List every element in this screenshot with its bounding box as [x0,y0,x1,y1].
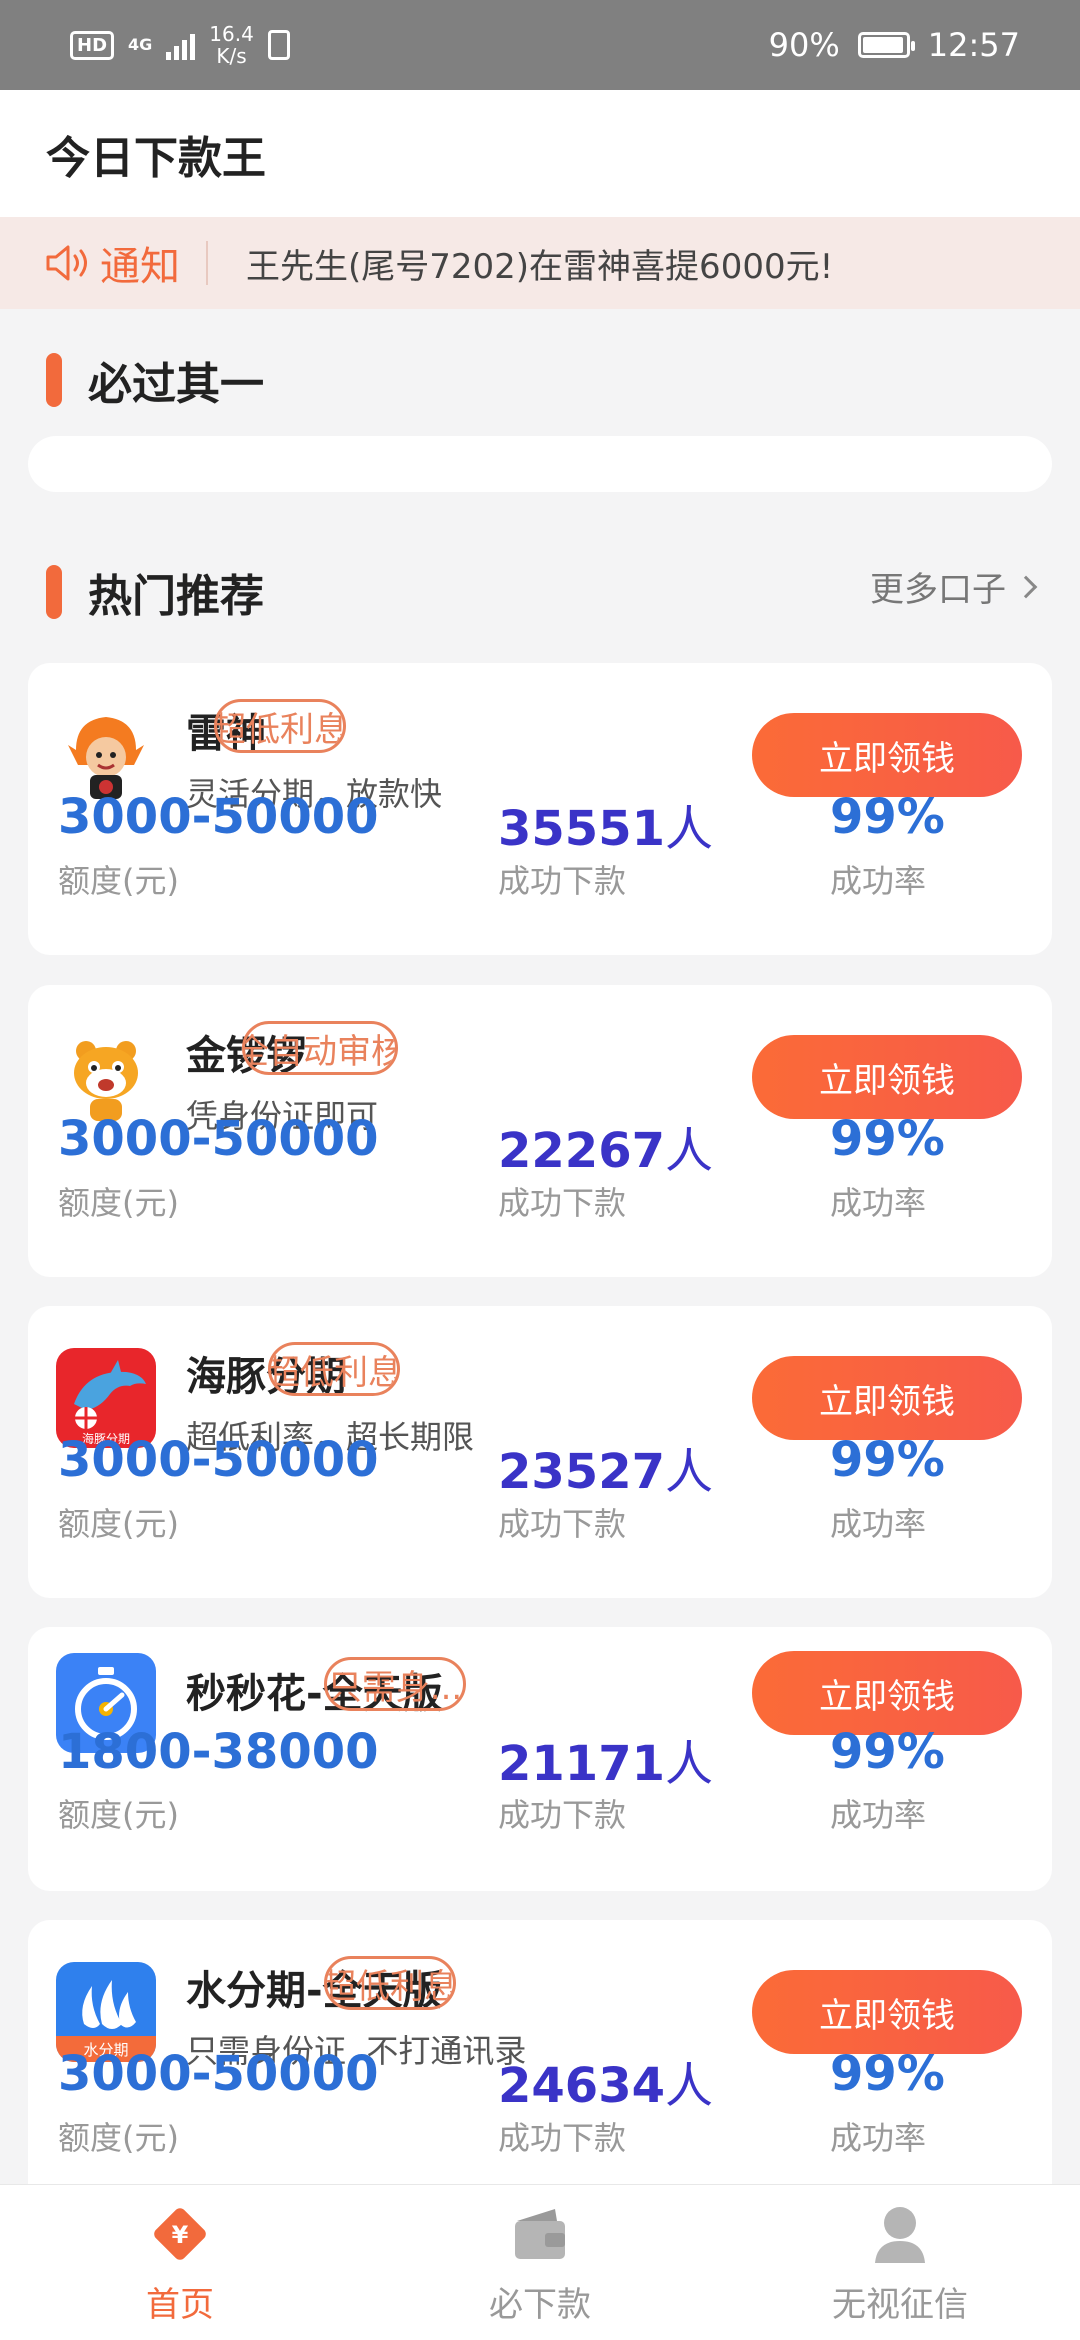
person-unit: 人 [665,2058,714,2114]
notice-label: 通知 [100,244,180,290]
amount-range: 3000-50000 [58,789,379,845]
product-card[interactable]: 水分期 水分期-全天版 超低利息 只需身份证 不打通讯录 立即领钱 3000-5… [28,1920,1052,2212]
notice-text: 王先生(尾号7202)在雷神喜提6000元! [246,246,834,287]
page-title: 今日下款王 [46,132,266,184]
success-rate: 99% [830,789,945,845]
speed-value: 16.4 [209,22,254,46]
amount-label: 额度(元) [58,862,179,900]
section-accent-bar [46,353,62,407]
amount-range: 3000-50000 [58,1111,379,1167]
speaker-icon [46,245,87,281]
svg-text:¥: ¥ [172,2221,189,2249]
success-rate-label: 成功率 [830,862,927,900]
success-count-label: 成功下款 [498,1796,627,1834]
section-hot: 热门推荐 [46,560,264,624]
success-rate: 99% [830,1432,945,1488]
product-tag: 超低利息 [268,1342,400,1396]
claim-money-button[interactable]: 立即领钱 [752,1356,1022,1440]
claim-money-button[interactable]: 立即领钱 [752,1651,1022,1735]
product-card[interactable]: 海豚分期 海豚分期 超低利息 超低利率，超长期限 立即领钱 3000-50000… [28,1306,1052,1598]
success-count: 23527人 [498,1432,713,1502]
amount-label: 额度(元) [58,1184,179,1222]
amount-label: 额度(元) [58,1796,179,1834]
section-must-pass: 必过其一 [46,348,264,412]
success-count-value: 24634 [498,2058,665,2114]
battery-icon [857,32,915,58]
product-tag: 超低利息 [324,1956,456,2010]
success-rate: 99% [830,2046,945,2102]
nav-label-home: 首页 [146,2285,214,2325]
product-tag: 全自动审核 [242,1021,398,1075]
claim-money-button[interactable]: 立即领钱 [752,713,1022,797]
amount-label: 额度(元) [58,1505,179,1543]
product-card[interactable]: 秒秒花-全天版 只需身... 立即领钱 1800-38000 额度(元) 211… [28,1627,1052,1891]
success-rate: 99% [830,1724,945,1780]
must-pass-list [28,436,1052,492]
amount-label: 额度(元) [58,2119,179,2157]
battery-percent: 90% [768,26,840,64]
amount-range: 1800-38000 [58,1724,379,1780]
success-count-label: 成功下款 [498,862,627,900]
notice-bar[interactable]: 通知 王先生(尾号7202)在雷神喜提6000元! [0,217,1080,309]
success-count-value: 35551 [498,801,665,857]
success-rate-label: 成功率 [830,1796,927,1834]
section-title-hot: 热门推荐 [88,571,264,622]
person-unit: 人 [665,1123,714,1179]
nav-label-ignore-credit: 无视征信 [832,2285,968,2325]
network-speed: 16.4 K/s [209,23,254,67]
app-header: 今日下款王 [0,90,1080,217]
wallet-icon [515,2209,565,2259]
status-bar: HD 4G 16.4 K/s 90% 12:57 [0,0,1080,90]
nav-item-must-loan[interactable]: 必下款 [360,2185,720,2340]
success-count: 21171人 [498,1724,713,1794]
success-count-value: 21171 [498,1736,665,1792]
success-count-label: 成功下款 [498,1505,627,1543]
home-money-icon: ¥ [154,2208,206,2260]
speed-unit: K/s [216,44,247,68]
vibrate-icon [267,30,290,60]
chevron-right-icon [1014,575,1038,598]
network-type: 4G [128,35,153,54]
notice-divider [206,241,208,285]
success-rate-label: 成功率 [830,2119,927,2157]
nav-label-must-loan: 必下款 [489,2285,591,2325]
bottom-nav: ¥ 首页 必下款 无视征信 [0,2184,1080,2340]
more-products-label: 更多口子 [870,570,1006,610]
nav-item-home[interactable]: ¥ 首页 [0,2185,360,2340]
success-count-value: 22267 [498,1123,665,1179]
section-accent-bar [46,565,62,619]
amount-range: 3000-50000 [58,2046,379,2102]
hd-badge: HD [70,30,115,60]
clock: 12:57 [927,26,1020,64]
more-products-link[interactable]: 更多口子 [870,562,1038,611]
success-count-label: 成功下款 [498,2119,627,2157]
person-unit: 人 [665,1444,714,1500]
person-unit: 人 [665,1736,714,1792]
success-count: 24634人 [498,2046,713,2116]
product-card[interactable]: 雷神 超低利息 灵活分期，放款快 立即领钱 3000-50000 额度(元) 3… [28,663,1052,955]
product-card[interactable]: 金锣锣 全自动审核 凭身份证即可 立即领钱 3000-50000 额度(元) 2… [28,985,1052,1277]
nav-item-ignore-credit[interactable]: 无视征信 [720,2185,1080,2340]
success-count-label: 成功下款 [498,1184,627,1222]
user-icon [875,2207,925,2263]
success-count-value: 23527 [498,1444,665,1500]
product-tag: 只需身... [324,1657,466,1711]
success-rate: 99% [830,1111,945,1167]
success-count: 35551人 [498,789,713,859]
claim-money-button[interactable]: 立即领钱 [752,1035,1022,1119]
claim-money-button[interactable]: 立即领钱 [752,1970,1022,2054]
signal-icon [166,30,196,60]
amount-range: 3000-50000 [58,1432,379,1488]
success-count: 22267人 [498,1111,713,1181]
success-rate-label: 成功率 [830,1184,927,1222]
product-tag: 超低利息 [214,699,346,753]
section-title-must-pass: 必过其一 [88,359,264,410]
person-unit: 人 [665,801,714,857]
success-rate-label: 成功率 [830,1505,927,1543]
